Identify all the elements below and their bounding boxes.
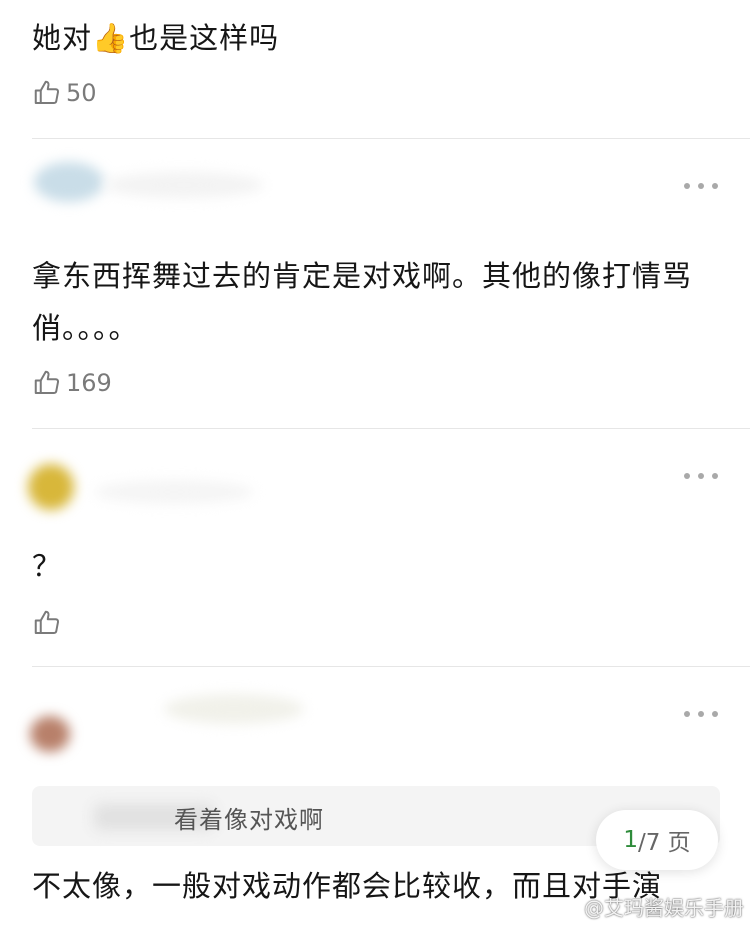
comment-text: 她对👍也是这样吗 bbox=[32, 21, 280, 55]
page-indicator[interactable]: 1/7 页 bbox=[596, 810, 718, 870]
like-count: 169 bbox=[66, 369, 112, 397]
watermark: @艾玛酱娱乐手册 bbox=[560, 892, 744, 921]
more-options-button[interactable] bbox=[684, 707, 718, 721]
thumbs-up-icon bbox=[34, 80, 60, 104]
like-button[interactable]: 169 bbox=[32, 366, 112, 400]
quoted-reply-text: 看着像对戏啊 bbox=[174, 806, 324, 834]
like-button[interactable]: 50 bbox=[32, 76, 97, 110]
avatar[interactable] bbox=[30, 716, 70, 752]
comment-text: 拿东西挥舞过去的肯定是对戏啊。其他的像打情骂俏。。。。 bbox=[32, 259, 693, 345]
user-header bbox=[14, 152, 314, 222]
thumbs-up-icon bbox=[34, 370, 60, 394]
thumbs-up-icon bbox=[34, 610, 60, 634]
more-options-button[interactable] bbox=[684, 179, 718, 193]
page-total: /7 页 bbox=[637, 830, 691, 856]
divider bbox=[32, 428, 750, 429]
watermark-text: @艾玛酱娱乐手册 bbox=[584, 896, 744, 920]
user-header bbox=[14, 686, 314, 756]
comment-text: ？ bbox=[32, 549, 63, 583]
like-button[interactable] bbox=[32, 606, 66, 640]
user-header bbox=[14, 446, 314, 516]
divider bbox=[32, 138, 750, 139]
page-current: 1 bbox=[623, 827, 638, 853]
avatar[interactable] bbox=[28, 464, 74, 510]
weibo-logo-icon bbox=[560, 900, 579, 915]
avatar[interactable] bbox=[34, 162, 104, 202]
divider bbox=[32, 666, 750, 667]
more-options-button[interactable] bbox=[684, 469, 718, 483]
like-count: 50 bbox=[66, 79, 97, 107]
